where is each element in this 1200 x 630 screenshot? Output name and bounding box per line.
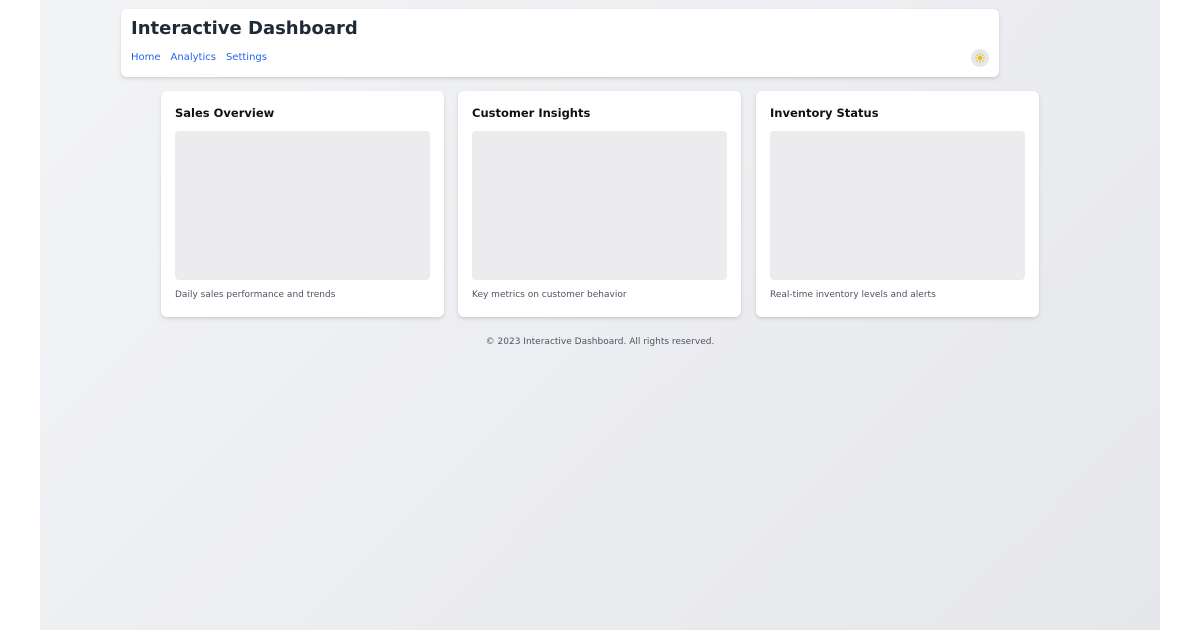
- sales-chart-placeholder: [175, 131, 430, 280]
- card-description: Key metrics on customer behavior: [472, 290, 627, 300]
- card-sales-overview: Sales Overview Daily sales performance a…: [161, 91, 444, 317]
- nav-link-analytics[interactable]: Analytics: [171, 51, 216, 65]
- card-description: Real-time inventory levels and alerts: [770, 290, 936, 300]
- card-customer-insights: Customer Insights Key metrics on custome…: [458, 91, 741, 317]
- sun-icon: [975, 53, 985, 63]
- card-title: Sales Overview: [175, 106, 275, 120]
- copyright-text: © 2023 Interactive Dashboard. All rights…: [485, 337, 715, 347]
- dashboard-header: Interactive Dashboard Home Analytics Set…: [121, 9, 999, 77]
- page-footer: © 2023 Interactive Dashboard. All rights…: [0, 336, 1200, 349]
- customer-chart-placeholder: [472, 131, 727, 280]
- card-description: Daily sales performance and trends: [175, 290, 336, 300]
- theme-toggle-button[interactable]: [971, 49, 989, 67]
- page-title: Interactive Dashboard: [131, 18, 358, 39]
- main-nav: Home Analytics Settings: [131, 51, 267, 65]
- inventory-chart-placeholder: [770, 131, 1025, 280]
- card-title: Inventory Status: [770, 106, 879, 120]
- card-inventory-status: Inventory Status Real-time inventory lev…: [756, 91, 1039, 317]
- card-title: Customer Insights: [472, 106, 591, 120]
- nav-link-home[interactable]: Home: [131, 51, 161, 65]
- nav-link-settings[interactable]: Settings: [226, 51, 267, 65]
